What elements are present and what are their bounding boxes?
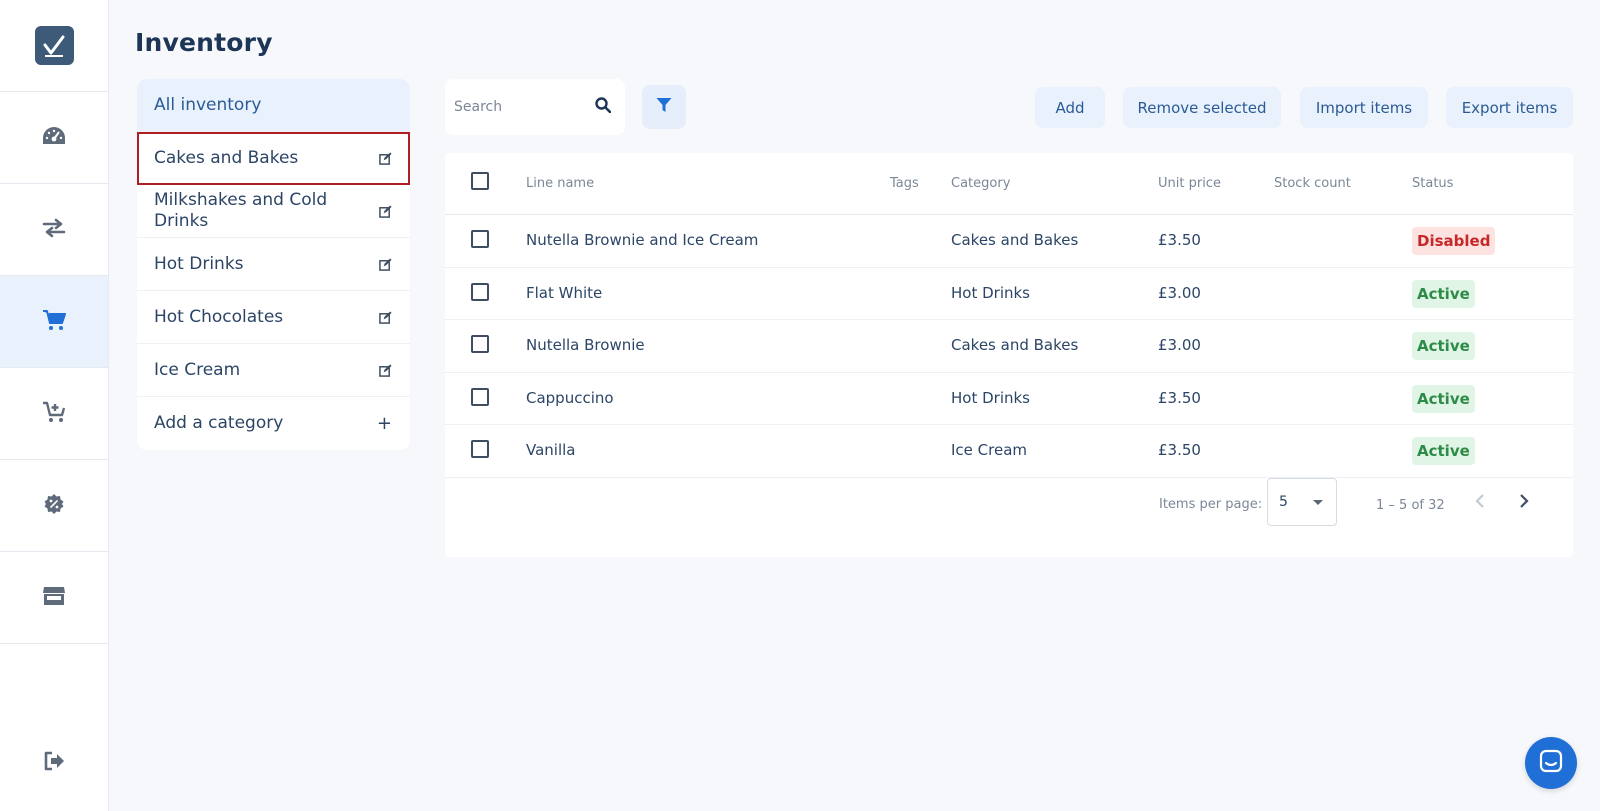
select-all-checkbox[interactable] <box>471 172 489 190</box>
chat-launcher-button[interactable] <box>1525 737 1577 789</box>
status-badge: Active <box>1412 279 1475 308</box>
nav-rail <box>0 0 109 811</box>
category-all-inventory[interactable]: All inventory <box>137 79 410 132</box>
export-items-button[interactable]: Export items <box>1446 87 1573 128</box>
row-checkbox[interactable] <box>471 440 489 458</box>
cell-unit-price: £3.50 <box>1158 441 1201 459</box>
category-label: All inventory <box>154 94 262 115</box>
chevron-right-icon <box>1519 493 1529 513</box>
chevron-left-icon <box>1475 493 1485 513</box>
remove-selected-button[interactable]: Remove selected <box>1123 87 1281 128</box>
table-row[interactable]: Flat White Hot Drinks £3.00 Active <box>445 268 1573 320</box>
add-category-label: Add a category <box>154 413 284 433</box>
rail-item-orders[interactable] <box>0 368 108 460</box>
row-checkbox[interactable] <box>471 335 489 353</box>
transfer-arrows-icon <box>42 218 66 242</box>
category-label: Hot Chocolates <box>154 306 284 327</box>
column-header-category[interactable]: Category <box>951 176 1010 191</box>
pagination: Items per page: 5 1 – 5 of 32 <box>445 478 1573 528</box>
category-panel: All inventory Cakes and Bakes Milkshakes… <box>137 79 410 450</box>
category-hot-drinks[interactable]: Hot Drinks <box>137 238 410 291</box>
status-badge: Disabled <box>1412 227 1496 255</box>
rail-item-store[interactable] <box>0 552 108 644</box>
table-row[interactable]: Cappuccino Hot Drinks £3.50 Active <box>445 373 1573 425</box>
page-title: Inventory <box>135 28 273 57</box>
rail-item-transfers[interactable] <box>0 184 108 276</box>
status-badge: Active <box>1412 332 1475 360</box>
import-items-button[interactable]: Import items <box>1300 87 1428 128</box>
cart-add-icon <box>42 401 66 427</box>
column-header-tags[interactable]: Tags <box>890 176 919 191</box>
inventory-table: Line name Tags Category Unit price Stock… <box>445 153 1573 557</box>
rail-item-inventory[interactable] <box>0 276 108 368</box>
cell-unit-price: £3.00 <box>1158 283 1201 302</box>
rail-item-promotions[interactable] <box>0 460 108 552</box>
items-per-page-value: 5 <box>1279 494 1288 510</box>
row-checkbox[interactable] <box>471 387 489 406</box>
table-row[interactable]: Nutella Brownie and Ice Cream Cakes and … <box>445 215 1573 268</box>
rail-item-dashboard[interactable] <box>0 92 108 184</box>
column-header-unit-price[interactable]: Unit price <box>1158 176 1221 191</box>
pagination-range: 1 – 5 of 32 <box>1376 498 1445 513</box>
caret-down-icon <box>1313 500 1323 505</box>
search-box <box>445 79 625 135</box>
category-label: Cakes and Bakes <box>154 147 299 168</box>
cell-line-name: Vanilla <box>526 441 576 459</box>
row-checkbox[interactable] <box>471 282 489 301</box>
table-row[interactable]: Nutella Brownie Cakes and Bakes £3.00 Ac… <box>445 320 1573 373</box>
category-label: Hot Drinks <box>154 253 244 274</box>
filter-icon <box>656 97 672 117</box>
checkmark-logo-icon <box>34 26 74 65</box>
search-icon[interactable] <box>595 97 612 117</box>
cell-category: Hot Drinks <box>951 283 1030 302</box>
cell-category: Cakes and Bakes <box>951 336 1079 354</box>
category-hot-chocolates[interactable]: Hot Chocolates <box>137 291 410 344</box>
cell-line-name: Nutella Brownie and Ice Cream <box>526 231 759 249</box>
edit-icon[interactable] <box>378 363 392 377</box>
table-header: Line name Tags Category Unit price Stock… <box>445 153 1573 215</box>
status-badge: Active <box>1412 437 1475 465</box>
plus-icon: + <box>376 413 392 434</box>
edit-icon[interactable] <box>378 257 392 271</box>
edit-icon[interactable] <box>378 204 392 218</box>
category-milkshakes-and-cold-drinks[interactable]: Milkshakes and Cold Drinks <box>137 185 410 238</box>
logout-button[interactable] <box>0 743 108 783</box>
edit-icon[interactable] <box>378 310 392 324</box>
cell-unit-price: £3.50 <box>1158 231 1201 249</box>
logout-icon <box>43 751 65 775</box>
cell-line-name: Flat White <box>526 283 603 302</box>
category-label: Ice Cream <box>154 359 241 380</box>
cell-category: Ice Cream <box>951 441 1028 459</box>
cell-line-name: Nutella Brownie <box>526 336 645 354</box>
row-checkbox[interactable] <box>471 230 489 248</box>
column-header-status[interactable]: Status <box>1412 176 1453 191</box>
add-item-button[interactable]: Add <box>1035 87 1105 128</box>
discount-badge-icon <box>43 493 65 519</box>
next-page-button[interactable] <box>1511 490 1537 516</box>
items-per-page-label: Items per page: <box>1159 497 1263 512</box>
column-header-line-name[interactable]: Line name <box>526 176 594 191</box>
category-ice-cream[interactable]: Ice Cream <box>137 344 410 397</box>
column-header-stock-count[interactable]: Stock count <box>1274 176 1351 191</box>
chat-icon <box>1539 749 1563 777</box>
filter-button[interactable] <box>642 85 686 129</box>
search-input[interactable] <box>454 99 595 115</box>
table-row[interactable]: Vanilla Ice Cream £3.50 Active <box>445 425 1573 478</box>
items-per-page-select[interactable]: 5 <box>1267 478 1337 526</box>
category-label: Milkshakes and Cold Drinks <box>154 190 328 231</box>
store-icon <box>42 585 66 611</box>
dashboard-icon <box>42 125 66 151</box>
app-logo[interactable] <box>0 0 108 92</box>
add-category-button[interactable]: Add a category + <box>137 397 410 450</box>
cell-category: Cakes and Bakes <box>951 231 1079 249</box>
status-badge: Active <box>1412 384 1475 413</box>
cell-unit-price: £3.50 <box>1158 388 1201 407</box>
cell-category: Hot Drinks <box>951 388 1030 407</box>
cell-line-name: Cappuccino <box>526 388 614 407</box>
cart-icon <box>42 309 66 335</box>
edit-icon[interactable] <box>378 151 392 165</box>
category-cakes-and-bakes[interactable]: Cakes and Bakes <box>137 132 410 185</box>
previous-page-button[interactable] <box>1467 490 1493 516</box>
cell-unit-price: £3.00 <box>1158 336 1201 354</box>
